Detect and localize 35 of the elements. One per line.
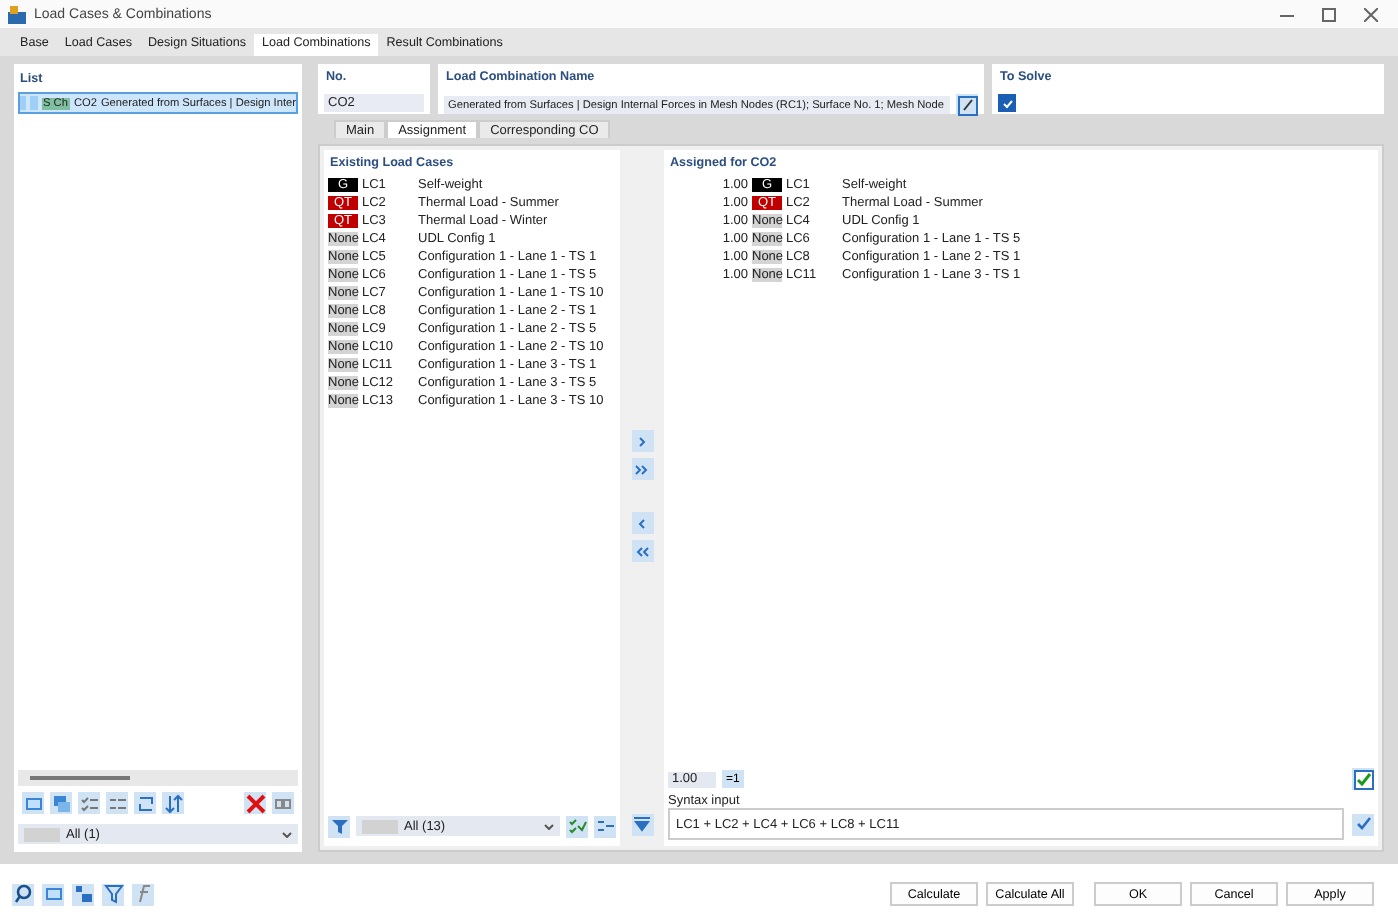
- select-all-icon[interactable]: [566, 815, 588, 837]
- chevron-icon: [634, 435, 650, 447]
- chevron-icon: [634, 517, 650, 529]
- horizontal-scrollbar[interactable]: [18, 770, 298, 786]
- renumber-icon[interactable]: [134, 792, 156, 814]
- add-button[interactable]: [631, 430, 653, 452]
- double-chevron-icon: [634, 545, 650, 557]
- caret-icon: [282, 831, 292, 837]
- sort-icon[interactable]: [162, 792, 184, 814]
- check-list-icon[interactable]: [78, 792, 100, 814]
- new-item-icon[interactable]: [22, 792, 44, 814]
- copy-icon[interactable]: [50, 792, 72, 814]
- edit-icon[interactable]: [956, 94, 978, 116]
- tree-icon[interactable]: [72, 883, 94, 905]
- caret-icon: [544, 823, 554, 829]
- accept-icon[interactable]: [1352, 768, 1374, 790]
- to-solve-checkbox[interactable]: [998, 94, 1016, 112]
- double-chevron-icon: [634, 463, 650, 475]
- filter-icon[interactable]: [102, 883, 124, 905]
- remove-all-button[interactable]: [631, 540, 653, 562]
- table-icon[interactable]: [42, 883, 64, 905]
- search-icon[interactable]: [12, 883, 34, 905]
- confirm-icon[interactable]: [1352, 813, 1374, 835]
- uncheck-list-icon[interactable]: [106, 792, 128, 814]
- formula-icon[interactable]: [132, 883, 154, 905]
- filter-icon[interactable]: [328, 815, 350, 837]
- add-all-button[interactable]: [631, 458, 653, 480]
- delete-icon[interactable]: [244, 792, 266, 814]
- remove-button[interactable]: [631, 512, 653, 534]
- view-icon[interactable]: [272, 792, 294, 814]
- close-icon[interactable]: [1364, 7, 1378, 21]
- collapse-icon[interactable]: [631, 813, 653, 835]
- deselect-icon[interactable]: [594, 815, 616, 837]
- app-icon: [8, 5, 26, 23]
- maximize-icon[interactable]: [1322, 7, 1336, 21]
